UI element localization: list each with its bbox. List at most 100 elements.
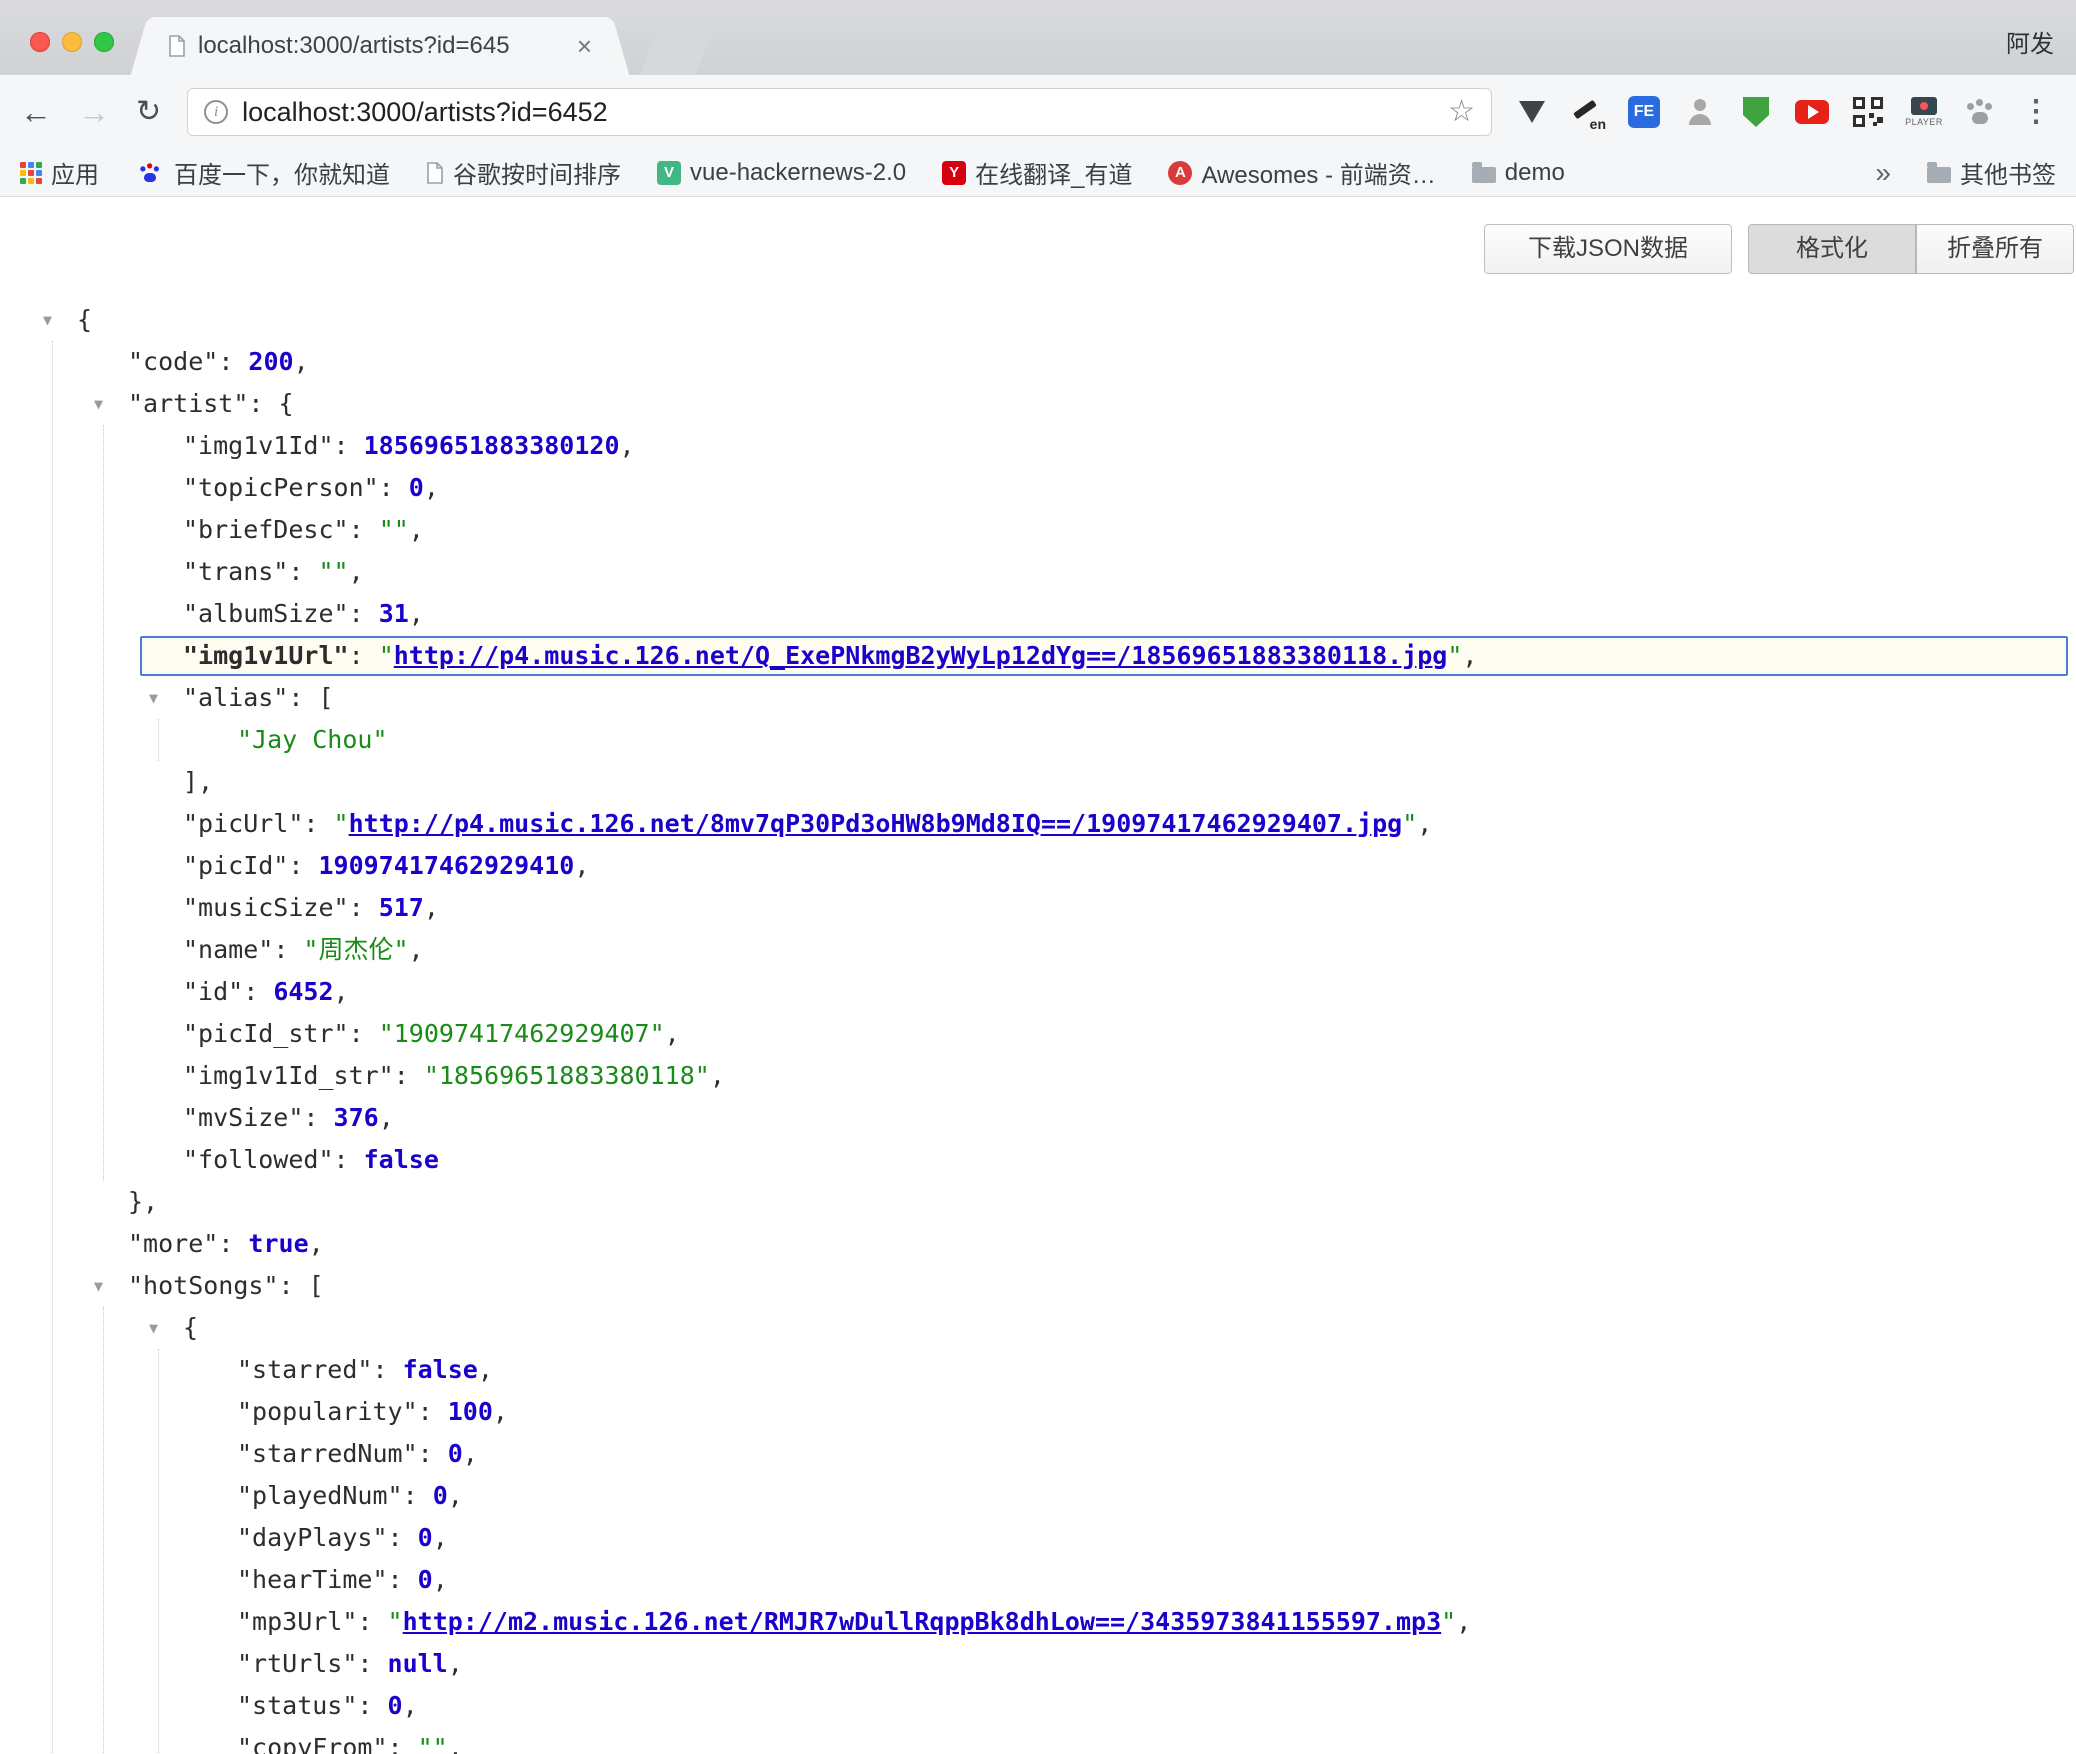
url-input[interactable]: localhost:3000/artists?id=6452 — [242, 97, 1448, 128]
json-token: "popularity" — [237, 1397, 418, 1426]
json-token: : — [357, 1691, 387, 1720]
json-token: "albumSize" — [183, 599, 349, 628]
baidu-paw-icon — [139, 161, 162, 184]
json-token: "topicPerson" — [183, 473, 379, 502]
bookmark-label: 在线翻译_有道 — [975, 155, 1132, 190]
json-line-content: "dayPlays": 0, — [0, 1517, 2076, 1559]
download-json-button[interactable]: 下载JSON数据 — [1484, 224, 1732, 274]
bookmark-label: demo — [1505, 159, 1565, 187]
fe-badge-icon: FE — [1628, 96, 1660, 128]
json-token: "Jay Chou" — [237, 725, 388, 754]
profile-name: 阿发 — [2006, 24, 2054, 59]
json-line-content: "musicSize": 517, — [0, 887, 2076, 929]
browser-tab[interactable]: localhost:3000/artists?id=645 × — [152, 17, 608, 75]
json-token: , — [424, 893, 439, 922]
json-line: }, — [0, 1181, 2076, 1223]
json-line-content: "copyFrom": "", — [0, 1727, 2076, 1754]
json-token: , — [409, 599, 424, 628]
player-extension-icon[interactable]: PLAYER — [1904, 91, 1944, 133]
json-token: " — [1447, 641, 1462, 670]
json-token: , — [448, 1733, 463, 1754]
bookmark-apps[interactable]: 应用 — [20, 155, 99, 190]
bookmarks-overflow-chevron[interactable]: » — [1875, 157, 1891, 189]
json-line-content: { — [0, 299, 2076, 341]
json-line: "popularity": 100, — [0, 1391, 2076, 1433]
back-button[interactable]: ← — [20, 96, 52, 128]
other-bookmarks[interactable]: 其他书签 — [1927, 155, 2056, 190]
profile-person-extension-icon[interactable] — [1680, 91, 1720, 133]
bookmark-label: vue-hackernews-2.0 — [690, 159, 906, 187]
bookmark-star-icon[interactable]: ☆ — [1448, 97, 1475, 127]
json-line: ▼"alias": [ — [0, 677, 2076, 719]
bookmark-baidu[interactable]: 百度一下，你就知道 — [135, 155, 390, 190]
fold-toggle-icon[interactable]: ▼ — [43, 299, 52, 341]
json-line: "name": "周杰伦", — [0, 929, 2076, 971]
json-token: 0 — [409, 473, 424, 502]
vue-icon: V — [657, 161, 681, 185]
json-line: "more": true, — [0, 1223, 2076, 1265]
json-token: 200 — [248, 347, 293, 376]
folder-icon — [1927, 167, 1951, 183]
v-shape-extension-icon[interactable] — [1512, 91, 1552, 133]
json-token: ], — [183, 767, 213, 796]
fold-toggle-icon[interactable]: ▼ — [94, 1265, 103, 1307]
close-window-button[interactable] — [30, 32, 50, 52]
json-line-content: "briefDesc": "", — [0, 509, 2076, 551]
tab-close-icon[interactable]: × — [577, 33, 592, 59]
json-viewer: ▼{"code": 200,▼"artist": {"img1v1Id": 18… — [0, 299, 2076, 1754]
json-token: "hearTime" — [237, 1565, 388, 1594]
youtube-play-icon — [1795, 100, 1829, 124]
json-line: "playedNum": 0, — [0, 1475, 2076, 1517]
json-token: 19097417462929410 — [318, 851, 574, 880]
json-token: , — [294, 347, 309, 376]
json-line: "rtUrls": null, — [0, 1643, 2076, 1685]
json-token: , — [493, 1397, 508, 1426]
json-token: , — [574, 851, 589, 880]
youtube-extension-icon[interactable] — [1792, 91, 1832, 133]
json-token: "" — [318, 557, 348, 586]
json-url-link[interactable]: http://m2.music.126.net/RMJR7wDullRqppBk… — [403, 1607, 1442, 1636]
folder-icon — [1472, 167, 1496, 183]
apps-grid-icon — [20, 162, 42, 184]
browser-menu-button[interactable]: ⋮ — [2016, 91, 2056, 133]
fold-toggle-icon[interactable]: ▼ — [149, 1307, 158, 1349]
bookmark-awesomes[interactable]: A Awesomes - 前端资… — [1168, 155, 1435, 190]
collapse-all-button[interactable]: 折叠所有 — [1916, 224, 2074, 274]
json-token: , — [409, 935, 424, 964]
json-token: : — [357, 1649, 387, 1678]
fold-toggle-icon[interactable]: ▼ — [149, 677, 158, 719]
new-tab-button[interactable] — [639, 22, 716, 75]
browser-toolbar: ← → ↻ i localhost:3000/artists?id=6452 ☆… — [0, 75, 2076, 149]
json-token: "playedNum" — [237, 1481, 403, 1510]
format-button[interactable]: 格式化 — [1748, 224, 1916, 274]
page-info-icon[interactable]: i — [204, 100, 228, 124]
address-bar[interactable]: i localhost:3000/artists?id=6452 ☆ — [187, 88, 1492, 136]
json-url-link[interactable]: http://p4.music.126.net/Q_ExePNkmgB2yWyL… — [394, 641, 1448, 670]
paw-extension-icon[interactable] — [1960, 91, 2000, 133]
json-token: : — [279, 1271, 309, 1300]
zoom-window-button[interactable] — [94, 32, 114, 52]
json-token: "" — [418, 1733, 448, 1754]
json-token: 31 — [379, 599, 409, 628]
json-token: 0 — [433, 1481, 448, 1510]
minimize-window-button[interactable] — [62, 32, 82, 52]
json-token: 6452 — [273, 977, 333, 1006]
json-token: "19097417462929407" — [379, 1019, 665, 1048]
json-url-link[interactable]: http://p4.music.126.net/8mv7qP30Pd3oHW8b… — [349, 809, 1403, 838]
bookmark-demo-folder[interactable]: demo — [1472, 159, 1565, 187]
json-token: "18569651883380118" — [424, 1061, 710, 1090]
fold-toggle-icon[interactable]: ▼ — [94, 383, 103, 425]
json-token: "picId" — [183, 851, 288, 880]
adguard-shield-extension-icon[interactable] — [1736, 91, 1776, 133]
json-token: , — [665, 1019, 680, 1048]
qrcode-extension-icon[interactable] — [1848, 91, 1888, 133]
bookmark-youdao-translate[interactable]: Y 在线翻译_有道 — [942, 155, 1132, 190]
fehelper-extension-icon[interactable]: FE — [1624, 91, 1664, 133]
reload-button[interactable]: ↻ — [136, 97, 161, 127]
json-token: 517 — [379, 893, 424, 922]
json-token: : — [334, 1145, 364, 1174]
translate-extension-icon[interactable]: en — [1568, 91, 1608, 133]
bookmark-google-sort[interactable]: 谷歌按时间排序 — [426, 155, 621, 190]
bookmark-vue-hackernews[interactable]: V vue-hackernews-2.0 — [657, 159, 906, 187]
json-line-content: "status": 0, — [0, 1685, 2076, 1727]
